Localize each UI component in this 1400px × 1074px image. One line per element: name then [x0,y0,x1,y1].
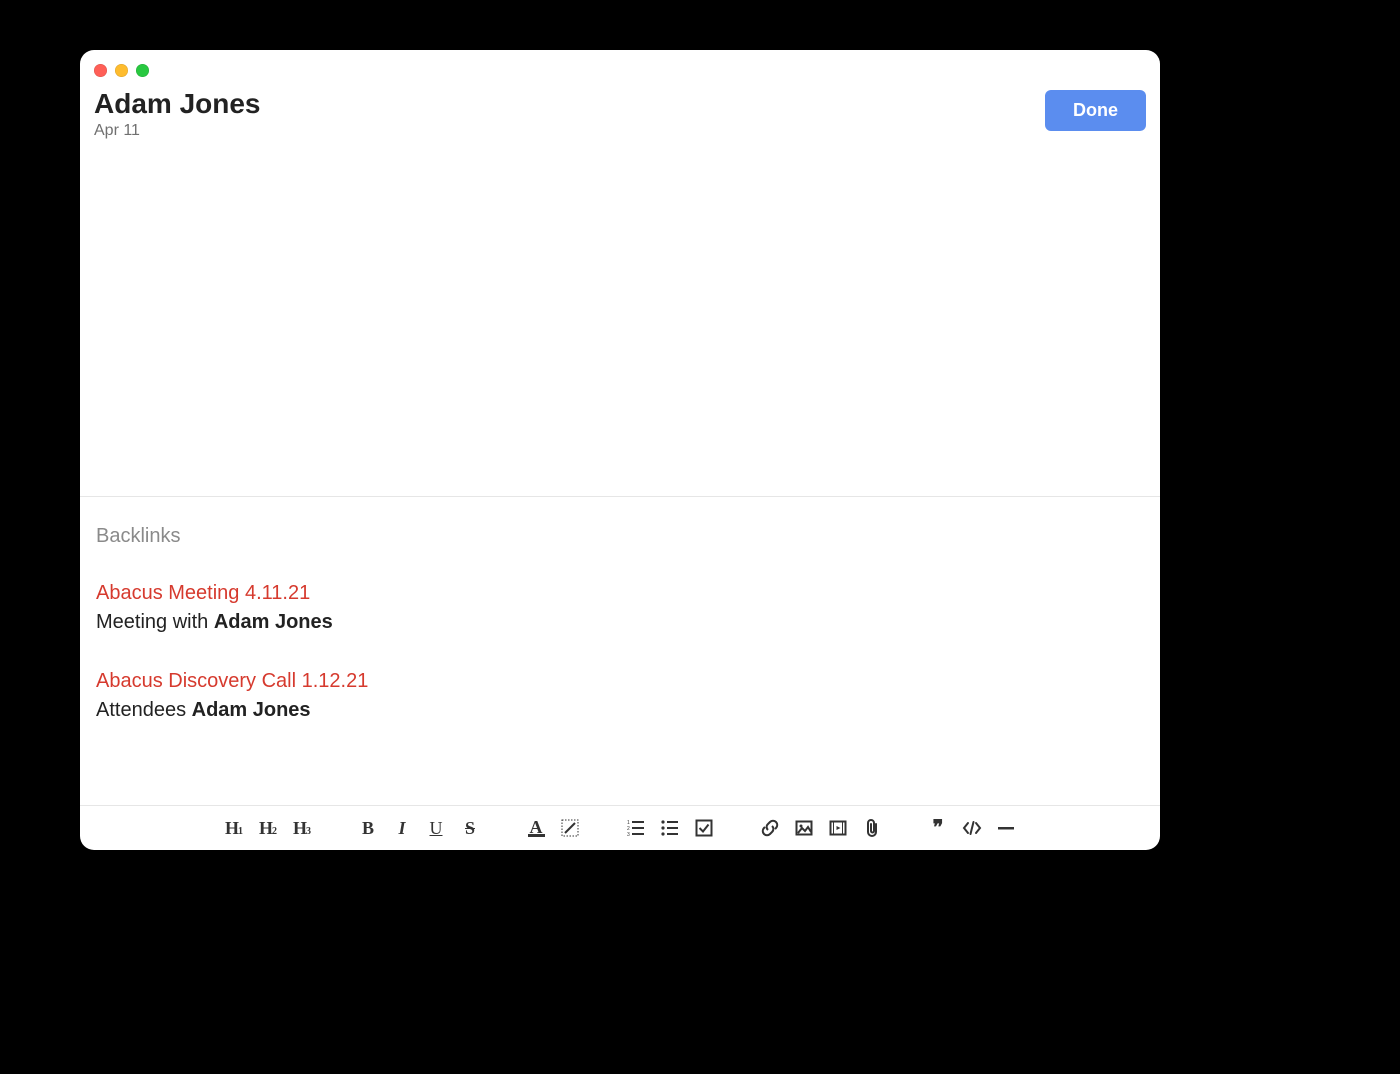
backlinks-label: Backlinks [96,525,1144,548]
underline-button[interactable]: U [422,814,450,842]
underline-icon: U [430,818,443,839]
horizontal-rule-icon [997,819,1015,837]
format-toolbar: H1 H2 H3 B I U S A 123 [80,805,1160,850]
heading1-sub: 1 [238,826,243,837]
code-button[interactable] [958,814,986,842]
quote-icon: ❞ [933,822,944,834]
italic-button[interactable]: I [388,814,416,842]
toolbar-group-insert [756,814,886,842]
ordered-list-button[interactable]: 123 [622,814,650,842]
code-icon [962,819,982,837]
backlink-snippet: Attendees Adam Jones [96,699,1144,722]
done-button[interactable]: Done [1045,90,1146,131]
highlight-icon [561,819,579,837]
toolbar-group-misc: ❞ [924,814,1020,842]
backlink-snippet-prefix: Meeting with [96,611,214,633]
backlink-item: Abacus Meeting 4.11.21 Meeting with Adam… [96,582,1144,634]
toolbar-group-textstyle: B I U S [354,814,484,842]
backlink-snippet-highlight: Adam Jones [192,699,311,721]
note-title-block: Adam Jones Apr 11 [94,88,261,140]
window-titlebar [80,50,1160,82]
blockquote-button[interactable]: ❞ [924,814,952,842]
note-title[interactable]: Adam Jones [94,88,261,120]
heading1-label: H [225,818,238,839]
toolbar-group-headings: H1 H2 H3 [220,814,316,842]
window-close-button[interactable] [94,64,107,77]
toolbar-group-color: A [522,814,584,842]
italic-icon: I [398,818,405,839]
attachment-button[interactable] [858,814,886,842]
backlink-title-link[interactable]: Abacus Discovery Call 1.12.21 [96,670,1144,693]
backlink-snippet-prefix: Attendees [96,699,192,721]
heading3-sub: 3 [306,826,311,837]
window-maximize-button[interactable] [136,64,149,77]
bold-button[interactable]: B [354,814,382,842]
note-date: Apr 11 [94,122,261,140]
text-color-icon: A [528,820,545,837]
backlink-item: Abacus Discovery Call 1.12.21 Attendees … [96,670,1144,722]
checklist-button[interactable] [690,814,718,842]
video-icon [829,819,847,837]
image-icon [795,819,813,837]
unordered-list-icon [661,819,679,837]
backlink-snippet-highlight: Adam Jones [214,611,333,633]
svg-text:3: 3 [627,832,630,837]
heading1-button[interactable]: H1 [220,814,248,842]
checklist-icon [695,819,713,837]
heading3-label: H [293,818,306,839]
link-icon [760,818,780,838]
note-window: Adam Jones Apr 11 Done Backlinks Abacus … [80,50,1160,850]
horizontal-rule-button[interactable] [992,814,1020,842]
strikethrough-icon: S [465,818,475,839]
note-header: Adam Jones Apr 11 Done [80,82,1160,140]
window-minimize-button[interactable] [115,64,128,77]
video-button[interactable] [824,814,852,842]
heading2-label: H [259,818,272,839]
backlink-snippet: Meeting with Adam Jones [96,611,1144,634]
note-body-editor[interactable] [80,140,1160,496]
strikethrough-button[interactable]: S [456,814,484,842]
paperclip-icon [863,818,881,838]
heading2-button[interactable]: H2 [254,814,282,842]
image-button[interactable] [790,814,818,842]
backlinks-section: Backlinks Abacus Meeting 4.11.21 Meeting… [80,497,1160,805]
text-color-button[interactable]: A [522,814,550,842]
bold-icon: B [362,818,374,839]
highlight-button[interactable] [556,814,584,842]
heading3-button[interactable]: H3 [288,814,316,842]
ordered-list-icon: 123 [627,819,645,837]
toolbar-group-lists: 123 [622,814,718,842]
link-button[interactable] [756,814,784,842]
unordered-list-button[interactable] [656,814,684,842]
heading2-sub: 2 [272,826,277,837]
backlink-title-link[interactable]: Abacus Meeting 4.11.21 [96,582,1144,605]
